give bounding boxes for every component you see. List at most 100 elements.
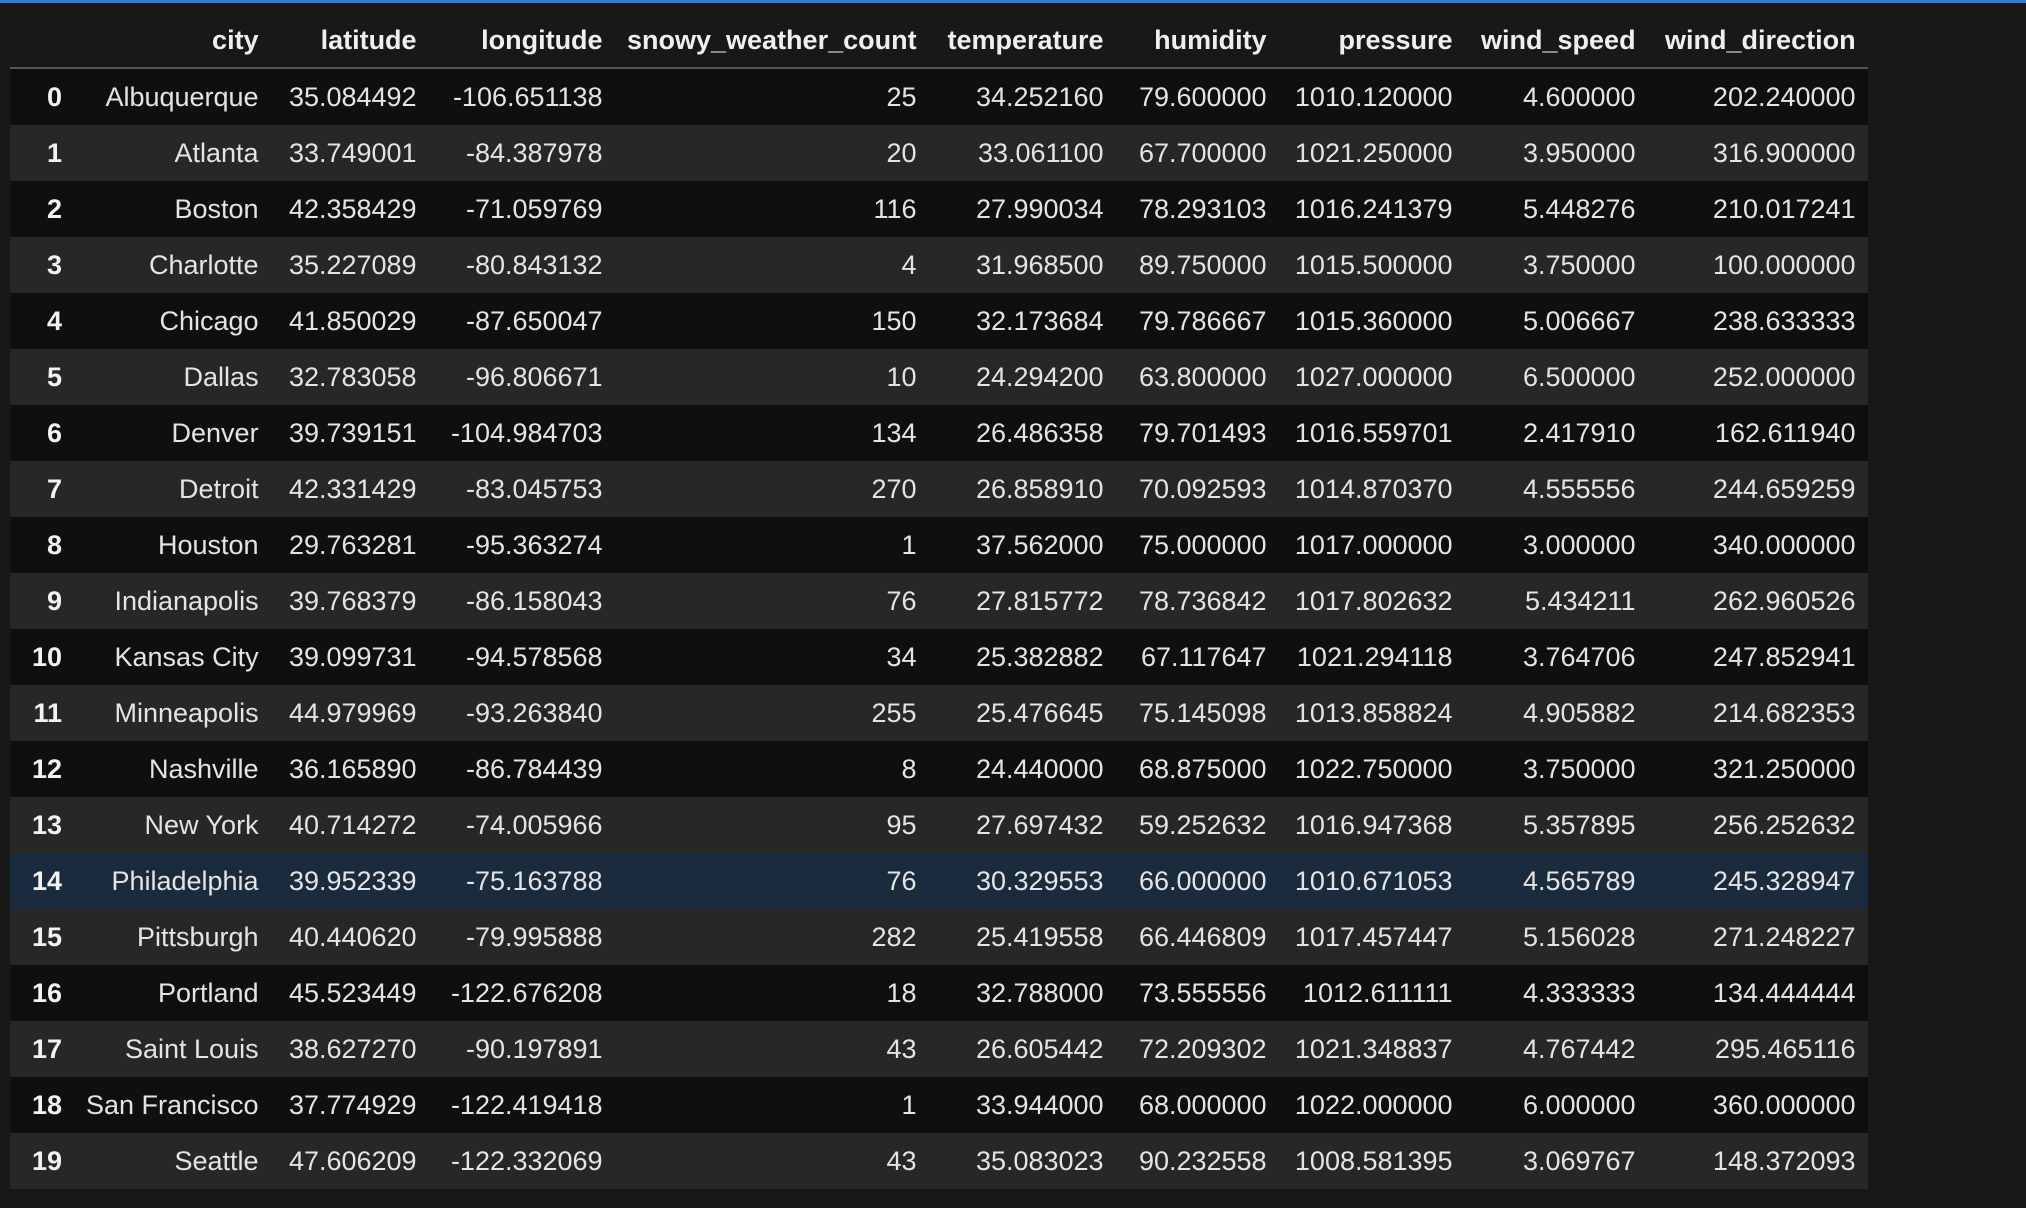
row-index: 17 [31, 1033, 62, 1064]
city-cell: Dallas [183, 361, 259, 392]
wind-speed-cell: 5.448276 [1522, 193, 1636, 224]
longitude-cell: -84.387978 [465, 137, 603, 168]
table-header: city latitude longitude snowy_weather_co… [10, 14, 1868, 69]
longitude-cell: -86.784439 [465, 753, 603, 784]
temperature-cell: 27.697432 [975, 809, 1104, 840]
column-header-city: city [74, 14, 271, 69]
wind-speed-cell: 4.600000 [1522, 81, 1636, 112]
wind-direction-cell: 321.250000 [1712, 753, 1856, 784]
wind-speed-cell: 5.156028 [1522, 921, 1636, 952]
row-index: 12 [31, 753, 62, 784]
longitude-cell: -122.676208 [450, 977, 603, 1008]
wind-speed-cell: 2.417910 [1522, 417, 1636, 448]
longitude-cell: -80.843132 [465, 249, 603, 280]
table-row: 9 Indianapolis 39.768379 -86.158043 76 27.815… [10, 573, 1868, 629]
pressure-cell: 1014.870370 [1294, 473, 1453, 504]
temperature-cell: 34.252160 [975, 81, 1104, 112]
wind-speed-cell: 4.767442 [1522, 1033, 1636, 1064]
humidity-cell: 90.232558 [1138, 1145, 1267, 1176]
table-row: 19 Seattle 47.606209 -122.332069 43 35.083023… [10, 1133, 1868, 1189]
latitude-cell: 42.358429 [288, 193, 417, 224]
city-cell: Indianapolis [114, 585, 259, 616]
pressure-cell: 1012.611111 [1302, 977, 1453, 1008]
latitude-cell: 41.850029 [288, 305, 417, 336]
snowy-weather-count-cell: 1 [901, 1089, 917, 1120]
table-row: 14 Philadelphia 39.952339 -75.163788 76 30.32… [10, 853, 1868, 909]
temperature-cell: 32.173684 [975, 305, 1104, 336]
column-header-latitude: latitude [270, 14, 429, 69]
city-cell: Houston [158, 529, 259, 560]
table-row: 0 Albuquerque 35.084492 -106.651138 25 34.252… [10, 68, 1868, 125]
wind-speed-cell: 4.565789 [1522, 865, 1636, 896]
row-index: 14 [31, 865, 62, 896]
row-index: 11 [33, 697, 62, 728]
longitude-cell: -74.005966 [465, 809, 603, 840]
table-row: 8 Houston 29.763281 -95.363274 1 37.562000 75.… [10, 517, 1868, 573]
wind-speed-cell: 4.555556 [1522, 473, 1636, 504]
snowy-weather-count-cell: 270 [871, 473, 917, 504]
temperature-cell: 25.382882 [975, 641, 1104, 672]
pressure-cell: 1013.858824 [1294, 697, 1453, 728]
latitude-cell: 29.763281 [288, 529, 417, 560]
wind-direction-cell: 134.444444 [1712, 977, 1856, 1008]
table-row: 16 Portland 45.523449 -122.676208 18 32.78800… [10, 965, 1868, 1021]
wind-direction-cell: 247.852941 [1712, 641, 1856, 672]
city-cell: Atlanta [174, 137, 259, 168]
city-cell: Portland [158, 977, 259, 1008]
snowy-weather-count-cell: 34 [886, 641, 917, 672]
humidity-cell: 79.600000 [1138, 81, 1267, 112]
temperature-cell: 35.083023 [975, 1145, 1104, 1176]
table-row: 7 Detroit 42.331429 -83.045753 270 26.858910 7… [10, 461, 1868, 517]
snowy-weather-count-cell: 43 [886, 1145, 917, 1176]
wind-speed-cell: 3.950000 [1522, 137, 1636, 168]
snowy-weather-count-cell: 1 [901, 529, 917, 560]
longitude-cell: -96.806671 [465, 361, 603, 392]
pressure-cell: 1017.000000 [1294, 529, 1453, 560]
latitude-cell: 39.952339 [288, 865, 417, 896]
latitude-cell: 44.979969 [288, 697, 417, 728]
latitude-cell: 40.714272 [288, 809, 417, 840]
humidity-cell: 79.701493 [1138, 417, 1267, 448]
wind-speed-cell: 3.750000 [1522, 249, 1636, 280]
row-index: 3 [46, 249, 62, 280]
humidity-cell: 59.252632 [1138, 809, 1267, 840]
longitude-cell: -79.995888 [465, 921, 603, 952]
city-cell: Chicago [159, 305, 259, 336]
longitude-cell: -122.332069 [450, 1145, 603, 1176]
pressure-cell: 1017.802632 [1294, 585, 1453, 616]
row-index: 0 [46, 81, 62, 112]
row-index: 13 [31, 809, 62, 840]
temperature-cell: 25.419558 [975, 921, 1104, 952]
humidity-cell: 66.000000 [1138, 865, 1267, 896]
table-row: 4 Chicago 41.850029 -87.650047 150 32.173684 7… [10, 293, 1868, 349]
column-header-wind-speed: wind_speed [1464, 14, 1648, 69]
humidity-cell: 70.092593 [1138, 473, 1267, 504]
longitude-cell: -87.650047 [465, 305, 603, 336]
pressure-cell: 1015.360000 [1294, 305, 1453, 336]
snowy-weather-count-cell: 282 [871, 921, 917, 952]
column-header-longitude: longitude [428, 14, 615, 69]
latitude-cell: 36.165890 [288, 753, 417, 784]
pressure-cell: 1021.294118 [1296, 641, 1453, 672]
longitude-cell: -106.651138 [452, 81, 603, 112]
humidity-cell: 67.117647 [1140, 641, 1267, 672]
longitude-cell: -71.059769 [465, 193, 603, 224]
wind-direction-cell: 295.465116 [1714, 1033, 1856, 1064]
row-index: 1 [46, 137, 62, 168]
temperature-cell: 33.061100 [977, 137, 1104, 168]
city-cell: Detroit [179, 473, 259, 504]
humidity-cell: 89.750000 [1138, 249, 1267, 280]
table-row: 10 Kansas City 39.099731 -94.578568 34 25.382… [10, 629, 1868, 685]
column-header-temperature: temperature [928, 14, 1116, 69]
wind-direction-cell: 340.000000 [1712, 529, 1856, 560]
wind-speed-cell: 3.750000 [1522, 753, 1636, 784]
latitude-cell: 47.606209 [288, 1145, 417, 1176]
pressure-cell: 1008.581395 [1294, 1145, 1453, 1176]
latitude-cell: 37.774929 [288, 1089, 417, 1120]
row-index: 7 [46, 473, 62, 504]
temperature-cell: 24.294200 [975, 361, 1104, 392]
wind-direction-cell: 244.659259 [1712, 473, 1856, 504]
humidity-cell: 68.000000 [1138, 1089, 1267, 1120]
row-index: 10 [31, 641, 62, 672]
wind-direction-cell: 271.248227 [1712, 921, 1856, 952]
